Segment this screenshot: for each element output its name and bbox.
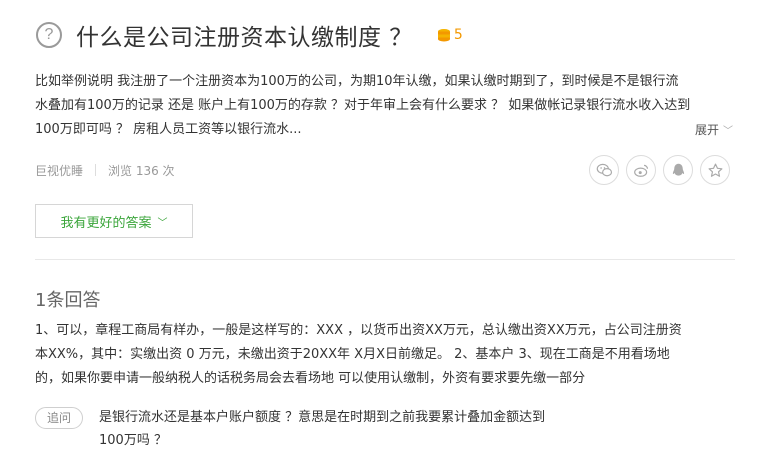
share-wechat-button[interactable]	[589, 155, 619, 185]
question-description: 比如举例说明 我注册了一个注册资本为100万的公司，为期10年认缴，如果认缴时期…	[35, 74, 691, 137]
question-mark-icon: ?	[36, 22, 62, 48]
expand-button[interactable]: 展开 ﹀	[695, 121, 733, 138]
meta-divider	[95, 164, 97, 176]
share-weibo-button[interactable]	[626, 155, 656, 185]
coin-stack-icon	[437, 29, 450, 42]
question-header: ? 什么是公司注册资本认缴制度 ？ 5	[36, 18, 463, 52]
qq-icon	[672, 163, 684, 176]
reward-badge: 5	[437, 27, 463, 43]
expand-label: 展开	[695, 123, 720, 137]
better-answer-label: 我有更好的答案	[60, 215, 152, 231]
question-meta: 巨视优睡 浏览 136 次	[35, 160, 175, 180]
favorite-button[interactable]	[700, 155, 730, 185]
section-divider	[35, 259, 735, 260]
view-count: 浏览 136 次	[108, 163, 175, 178]
reward-amount: 5	[453, 27, 463, 43]
answer-count: 1条回答	[35, 290, 101, 311]
better-answer-button[interactable]: 我有更好的答案 ﹀	[35, 204, 193, 238]
question-title: 什么是公司注册资本认缴制度 ？	[76, 25, 413, 51]
weibo-icon	[633, 164, 648, 177]
wechat-icon	[596, 163, 612, 176]
answer-body: 1、可以，章程工商局有样办，一般是这样写的：XXX ，以货币出资XX万元，总认缴…	[35, 323, 682, 386]
chevron-down-icon: ﹀	[157, 217, 168, 229]
followup-badge: 追问	[35, 407, 83, 429]
favorite-icon	[708, 163, 722, 177]
share-bar	[589, 155, 730, 185]
share-qq-button[interactable]	[663, 155, 693, 185]
author-name[interactable]: 巨视优睡	[35, 162, 83, 179]
chevron-down-icon: ﹀	[723, 126, 734, 137]
followup-question: 是银行流水还是基本户账户额度 ？意思是在时期到之前我要累计叠加金额达到 100万…	[99, 410, 546, 448]
